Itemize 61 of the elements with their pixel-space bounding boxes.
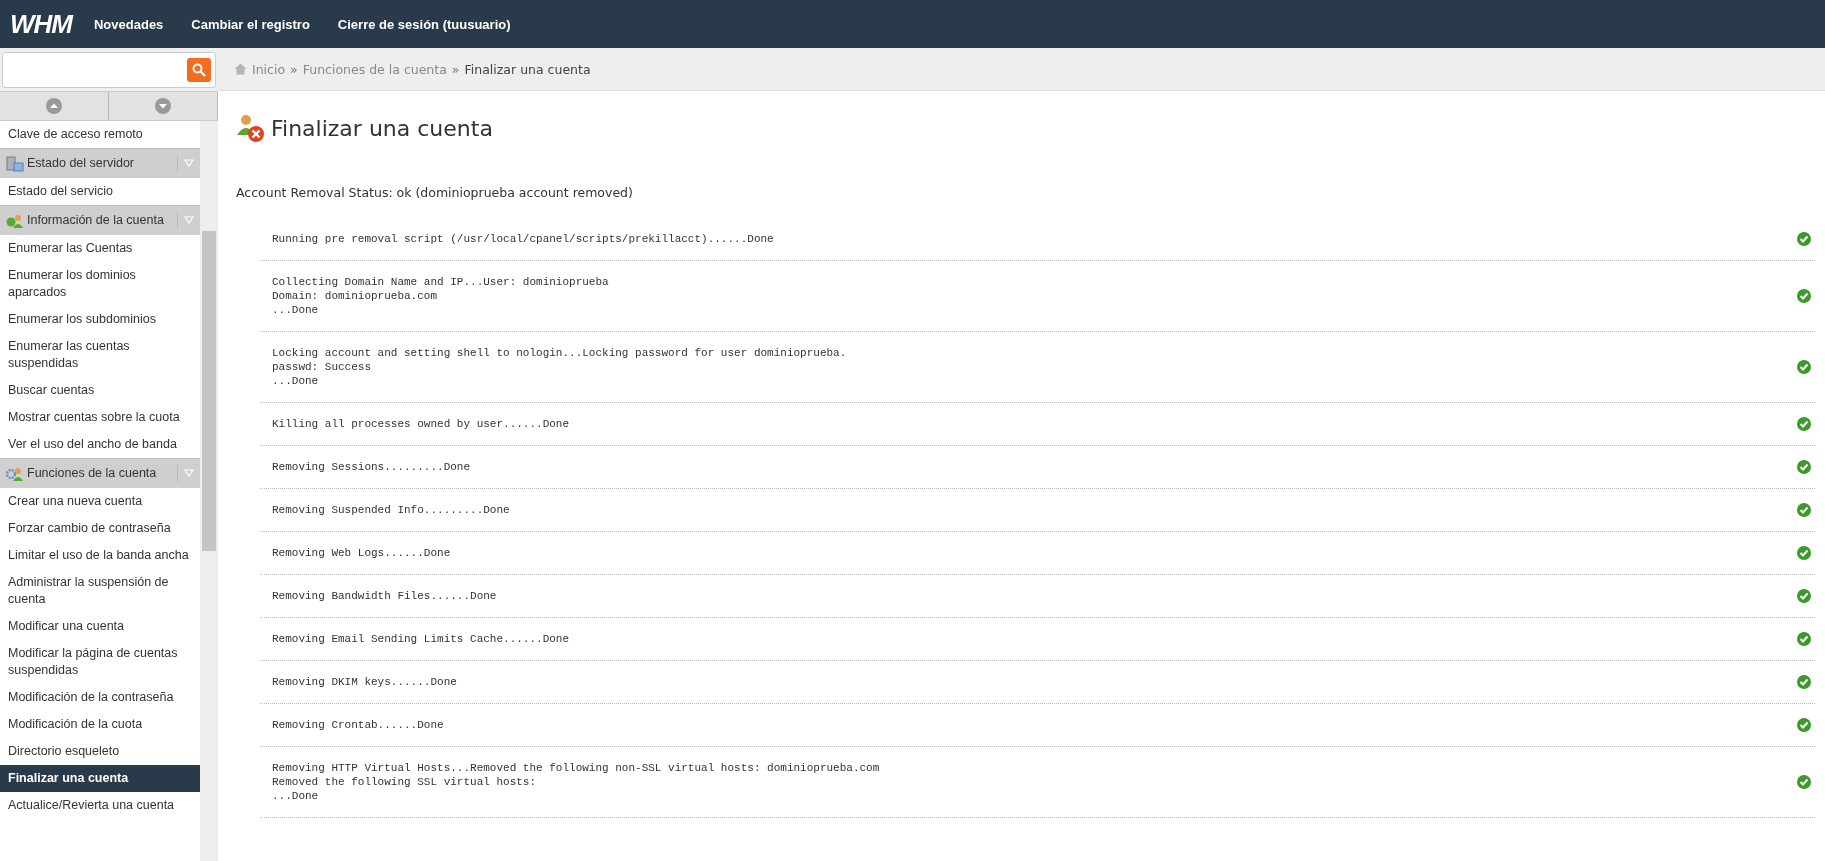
log-text: Collecting Domain Name and IP...User: dominioprueba Domain: dominioprueba.com ...Done	[272, 275, 609, 317]
menu-item[interactable]: Limitar el uso de la banda ancha	[0, 542, 200, 569]
caret-icon	[184, 159, 194, 167]
user-gear-icon	[6, 466, 24, 482]
log-text: Removing Crontab......Done	[272, 718, 444, 732]
scroll-up-button[interactable]	[0, 92, 109, 120]
menu-item[interactable]: Forzar cambio de contraseña	[0, 515, 200, 542]
status-message: Account Removal Status: ok (dominioprueba account removed)	[236, 185, 634, 200]
menu-item[interactable]: Directorio esqueleto	[0, 738, 200, 765]
user-remove-icon	[236, 113, 266, 143]
menu-item[interactable]: Modificación de la cuota	[0, 711, 200, 738]
log-text: Removing Email Sending Limits Cache......Done	[272, 632, 570, 646]
log-text: Removing Web Logs......Done	[272, 546, 451, 560]
log-text: Removing DKIM keys......Done	[272, 675, 457, 689]
user-info-icon	[6, 213, 24, 229]
menu-group-header[interactable]: Funciones de la cuenta	[0, 458, 200, 488]
menu-group-label: Funciones de la cuenta	[27, 465, 158, 482]
page-title: Finalizar una cuenta	[271, 115, 493, 141]
menu-group-label: Información de la cuenta	[27, 212, 165, 229]
search-button[interactable]	[187, 57, 211, 82]
nav-link[interactable]: Cambiar el registro	[191, 16, 310, 32]
caret-icon	[184, 469, 194, 477]
log-text: Killing all processes owned by user......Done	[272, 417, 570, 431]
search-field[interactable]	[2, 51, 216, 88]
menu-item[interactable]: Crear una nueva cuenta	[0, 488, 200, 515]
scroll-down-button[interactable]	[109, 92, 218, 120]
log-text: Removing Bandwidth Files......Done	[272, 589, 497, 603]
menu-item[interactable]: Enumerar los dominios aparcados	[0, 262, 200, 306]
logo[interactable]: WHM	[10, 8, 72, 40]
menu-item[interactable]: Clave de acceso remoto	[0, 121, 200, 148]
nav-link[interactable]: Cierre de sesión (tuusuario)	[337, 16, 511, 32]
menu-item[interactable]: Ver el uso del ancho de banda	[0, 431, 200, 458]
menu-item[interactable]: Enumerar los subdominios	[0, 306, 200, 333]
home-icon	[234, 63, 247, 75]
menu-item[interactable]: Modificación de la contraseña	[0, 684, 200, 711]
log-text: Removing Suspended Info.........Done	[272, 503, 510, 517]
menu-item[interactable]: Estado del servicio	[0, 178, 200, 205]
menu-group-header[interactable]: Estado del servidor	[0, 148, 200, 178]
menu-item[interactable]: Buscar cuentas	[0, 377, 200, 404]
menu-item[interactable]: Mostrar cuentas sobre la cuota	[0, 404, 200, 431]
breadcrumb-separator: »	[451, 61, 460, 77]
log-text: Running pre removal script (/usr/local/cpanel/scripts/prekillacct)......Done	[272, 232, 774, 246]
menu-group-label: Estado del servidor	[27, 155, 135, 172]
nav-link[interactable]: Novedades	[94, 16, 164, 32]
log-text: Locking account and setting shell to nologin...Locking password for user dominioprueba. passwd: Success ...Done	[272, 346, 847, 388]
menu-item[interactable]: Enumerar las Cuentas	[0, 235, 200, 262]
menu-item[interactable]: Actualice/Revierta una cuenta	[0, 792, 200, 819]
menu-item[interactable]: Modificar una cuenta	[0, 613, 200, 640]
caret-icon	[184, 216, 194, 224]
menu-item[interactable]: Finalizar una cuenta	[0, 765, 200, 792]
scrollbar-thumb[interactable]	[202, 231, 216, 551]
server-icon	[6, 156, 24, 172]
log-text: Removing HTTP Virtual Hosts...Removed the following non-SSL virtual hosts: dominioprueba.com Removed the following SSL virtual hosts: ...Done	[272, 761, 880, 803]
breadcrumb-link[interactable]: Finalizar una cuenta	[464, 61, 591, 77]
log-text: Removing Sessions.........Done	[272, 460, 471, 474]
menu-item[interactable]: Administrar la suspensión de cuenta	[0, 569, 200, 613]
menu-item[interactable]: Modificar la página de cuentas suspendidas	[0, 640, 200, 684]
breadcrumb-separator: »	[290, 61, 298, 77]
search-icon	[192, 62, 206, 77]
menu-group-header[interactable]: Información de la cuenta	[0, 205, 200, 235]
menu-item[interactable]: Enumerar las cuentas suspendidas	[0, 333, 200, 377]
